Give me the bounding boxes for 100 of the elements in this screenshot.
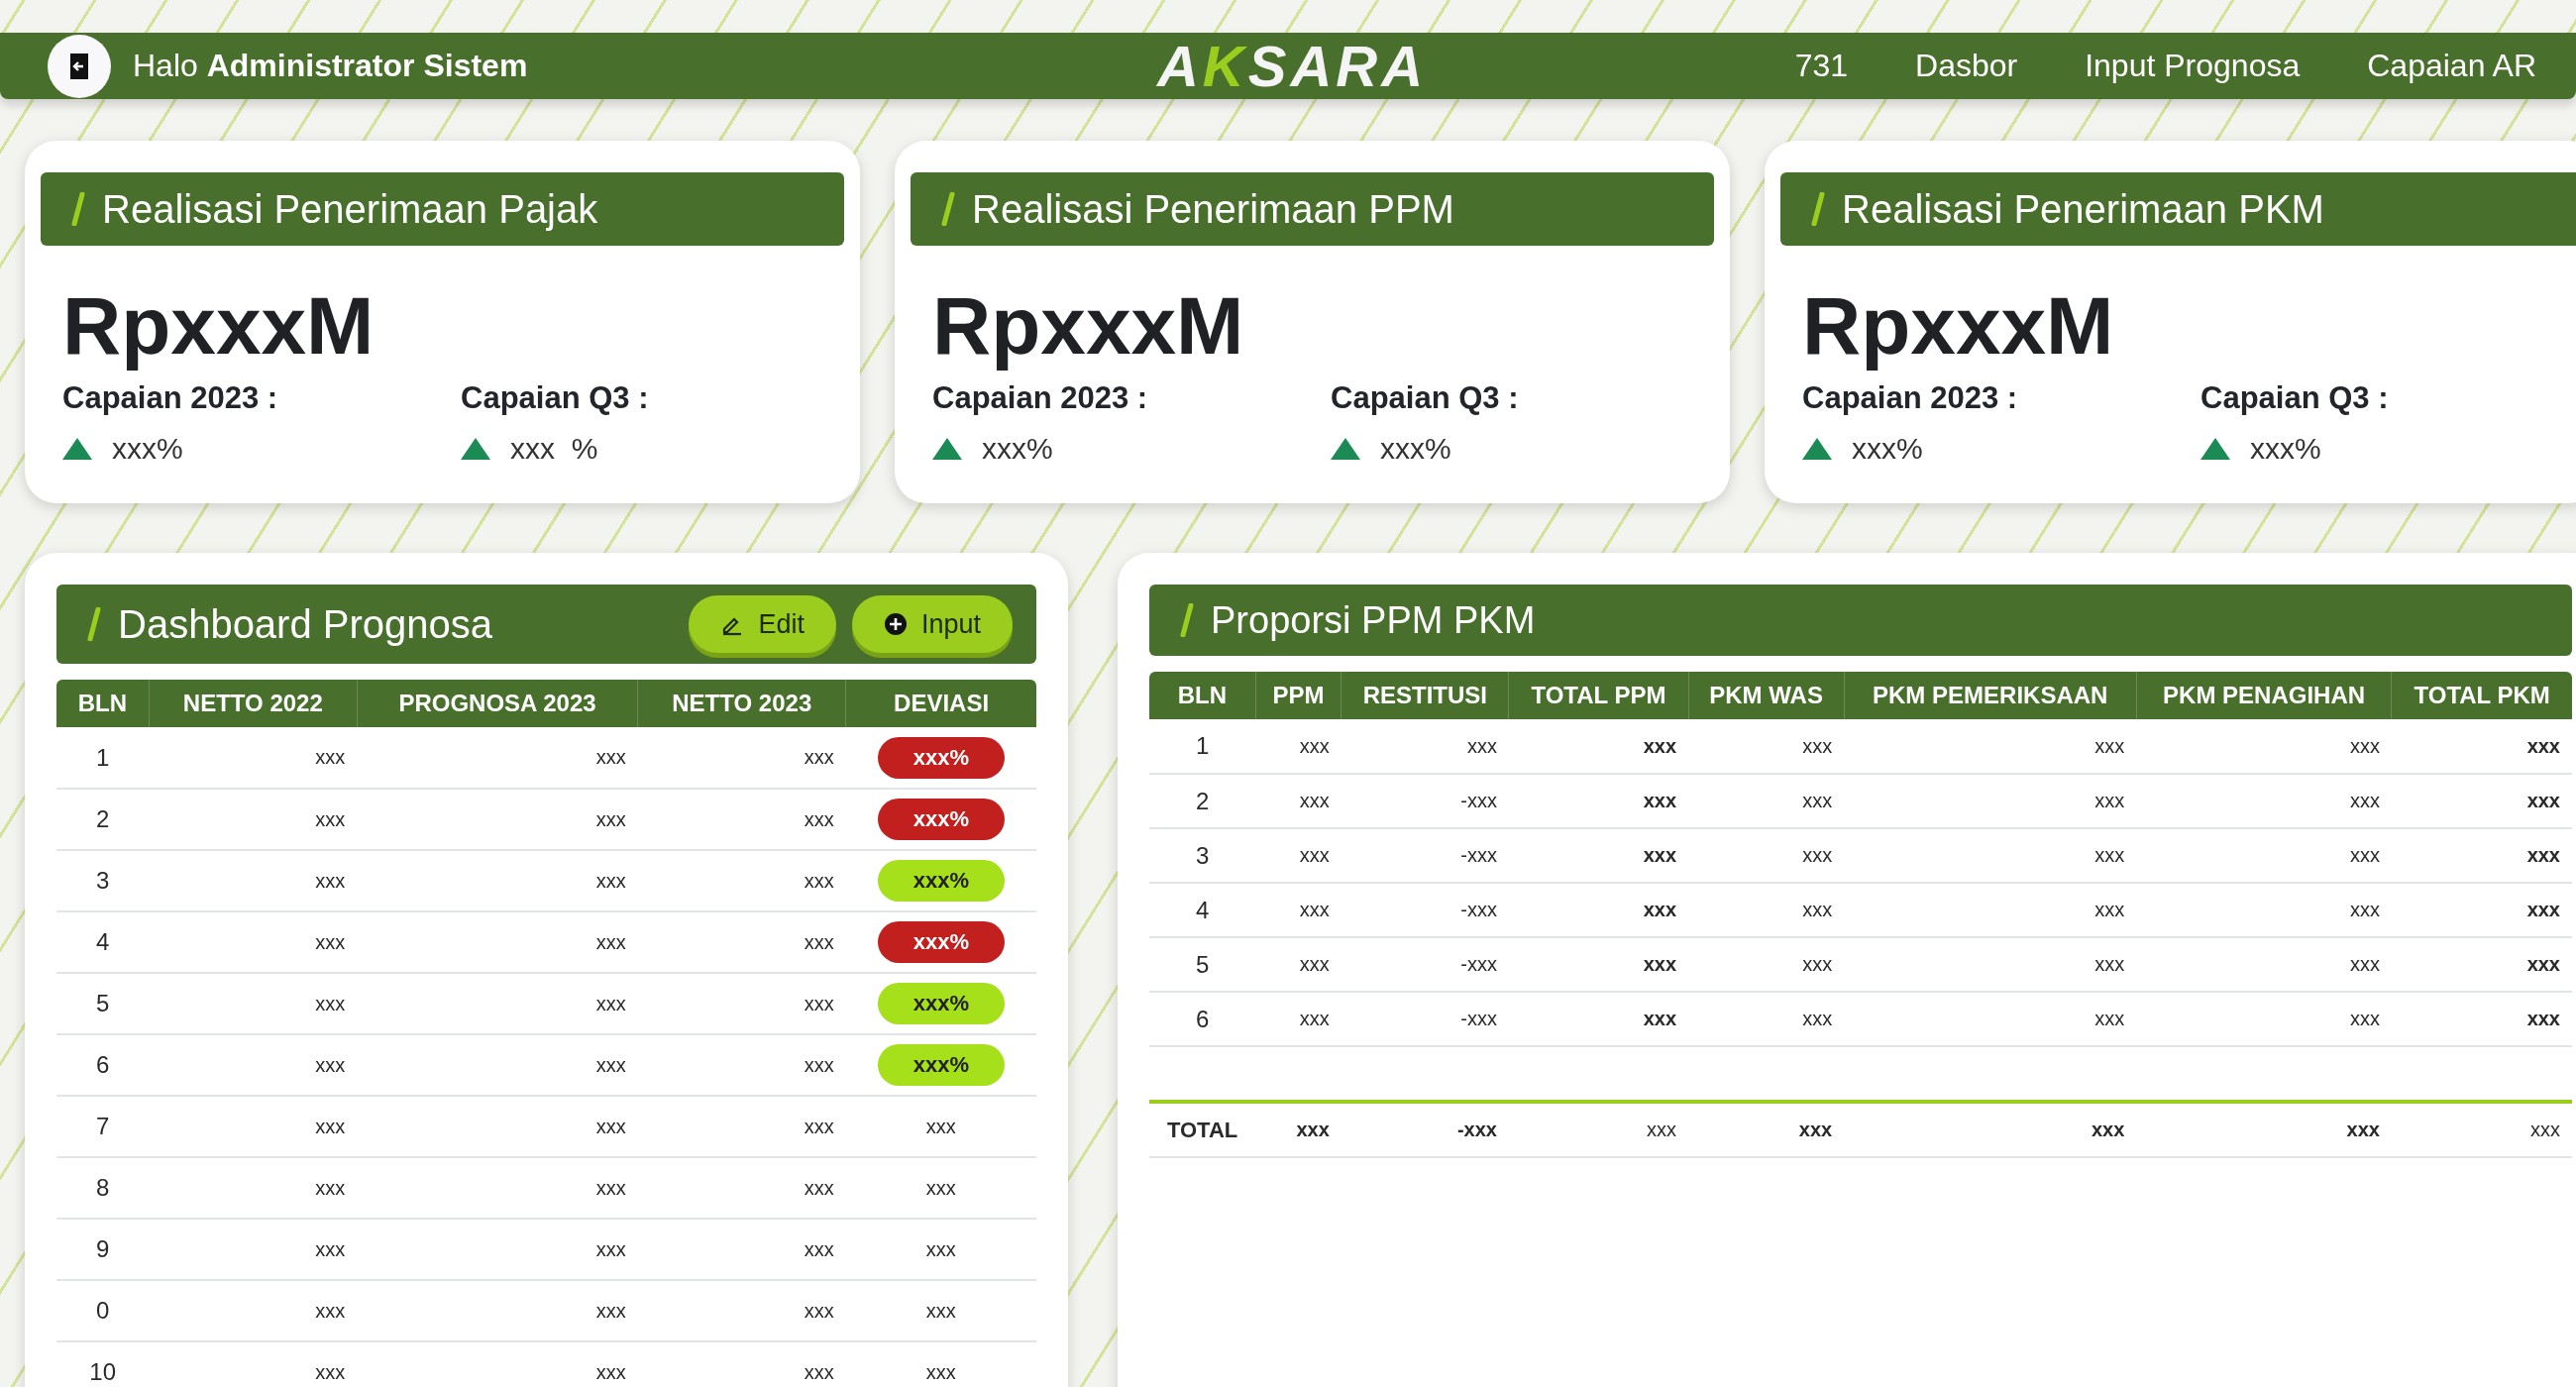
stat-label: Capaian Q3 : [2200,380,2390,416]
table-cell: xxx [357,850,638,911]
table-cell: xxx [2136,937,2392,992]
table-cell: xxx [1508,828,1689,883]
table-cell: xxx [149,1341,358,1387]
table-cell: 4 [56,911,150,973]
table-cell: xxx [149,1096,358,1157]
table-cell: xxx [149,1157,358,1219]
up-triangle-icon [932,438,962,460]
card-title: Realisasi Penerimaan PPM [972,186,1455,232]
table-cell: xxx [637,1280,846,1341]
deviation-badge: xxx% [877,983,1005,1024]
table-cell: 5 [56,973,150,1034]
column-header: PROGNOSA 2023 [357,680,638,727]
slash-icon [940,192,956,226]
nav-link[interactable]: Dasbor [1915,48,2018,84]
table-cell: xxx [149,973,358,1034]
table-cell: xxx [1688,828,1845,883]
deviation-badge: xxx% [877,921,1005,963]
table-cell: xxx [1508,719,1689,774]
table-cell: xxx [637,789,846,850]
table-cell: xxx [1341,719,1509,774]
stat-value: xxx% [112,432,183,466]
deviation-badge: xxx% [877,736,1005,779]
stat-label: Capaian 2023 : [62,380,279,416]
table-cell: -xxx [1341,883,1509,937]
slash-icon [86,607,102,641]
table-cell: 2 [56,789,150,850]
deviation-badge: xxx% [877,799,1005,840]
table-cell: xxx [149,1034,358,1096]
nav-link[interactable]: 731 [1794,48,1848,84]
table-cell: xxx [357,1341,638,1387]
table-cell: xxx [845,1219,1036,1280]
table-cell: xxx [149,911,358,973]
table-cell: xxx [149,727,358,789]
table-cell: xxx [357,1219,638,1280]
table-cell: 3 [56,850,150,911]
table-cell: 7 [56,1096,150,1157]
table-cell: xxx [357,1034,638,1096]
table-cell: xxx [1844,883,2137,937]
table-cell: 4 [1149,883,1256,937]
table-cell: xxx [1844,828,2137,883]
table-cell: 6 [1149,992,1256,1046]
table-cell: xxx [1255,937,1342,992]
amount-text: RpxxxM [1802,279,2115,373]
column-header: BLN [1149,672,1256,719]
table-cell: xxx [1844,719,2137,774]
table-cell: xxx [2136,828,2392,883]
nav-link[interactable]: Capaian AR [2367,48,2536,84]
up-triangle-icon [1802,438,1832,460]
nav-link[interactable]: Input Prognosa [2085,48,2301,84]
table-cell: 2 [1149,774,1256,828]
table-cell: 1 [1149,719,1256,774]
table-cell: xxx [2391,883,2572,937]
table-cell: xxx [2136,774,2392,828]
plus-circle-icon [883,612,908,636]
stat-value: xxx% [1380,432,1451,466]
table-cell: xxx [1688,992,1845,1046]
table-cell: xxx [1508,1102,1689,1157]
column-header: RESTITUSI [1341,672,1509,719]
table-cell: 8 [56,1157,150,1219]
total-label: TOTAL [1149,1102,1256,1157]
stat-label: Capaian 2023 : [1802,380,2019,416]
column-header: NETTO 2022 [149,680,358,727]
table-cell: xxx [2136,992,2392,1046]
table-cell: xxx [1844,774,2137,828]
table-cell: xxx [2391,1102,2572,1157]
table-cell: xxx [1844,937,2137,992]
table-cell: 6 [56,1034,150,1096]
deviation-badge: xxx% [877,1044,1005,1086]
amount-text: RpxxxM [62,279,376,373]
table-cell: xxx [637,1219,846,1280]
table-cell: -xxx [1341,992,1509,1046]
table-cell: xxx [845,1096,1036,1157]
stat-label: Capaian Q3 : [1331,380,1520,416]
table-cell: xxx [149,1280,358,1341]
table-cell: xxx [637,1157,846,1219]
table-cell: xxx [2136,883,2392,937]
table-cell: 9 [56,1219,150,1280]
table-cell: xxx [1508,992,1689,1046]
table-cell: xxx [1255,883,1342,937]
table-cell: xxx [149,850,358,911]
table-cell: 0 [56,1280,150,1341]
table-cell: xxx [1255,828,1342,883]
up-triangle-icon [62,438,92,460]
table-cell: xxx [1255,774,1342,828]
column-header: TOTAL PPM [1508,672,1689,719]
table-cell: xxx [1508,883,1689,937]
table-cell: 3 [1149,828,1256,883]
slash-icon [1810,192,1826,226]
table-cell: 1 [56,727,150,789]
table-cell: xxx [637,850,846,911]
up-triangle-icon [461,438,490,460]
card-title: Realisasi Penerimaan Pajak [102,186,599,232]
table-cell: xxx [637,973,846,1034]
table-cell: xxx [2391,992,2572,1046]
column-header: NETTO 2023 [637,680,846,727]
table-cell: xxx [2391,828,2572,883]
table-cell: -xxx [1341,828,1509,883]
stat-label: Capaian Q3 : [461,380,650,416]
